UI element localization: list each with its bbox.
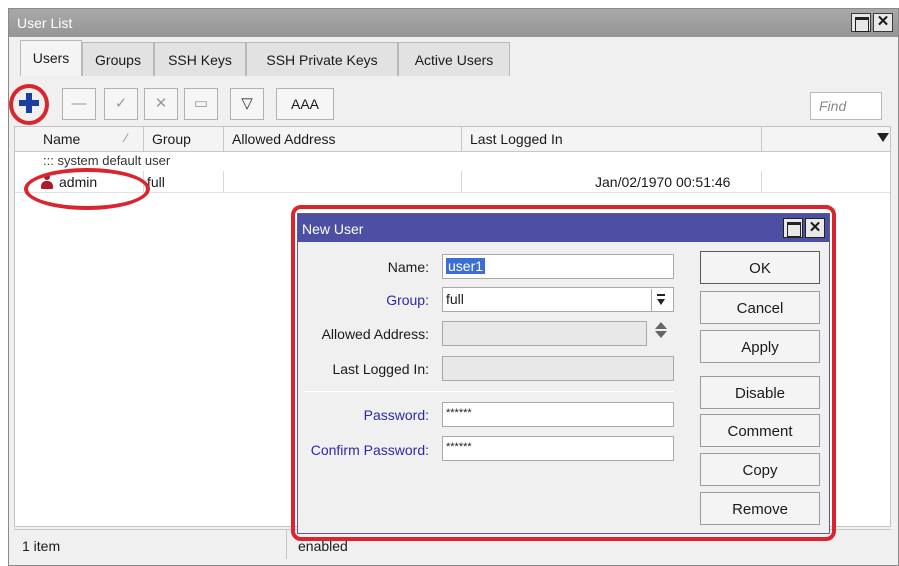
cell-last-logged-in: Jan/02/1970 00:51:46 [595, 174, 731, 190]
tab-users[interactable]: Users [20, 40, 82, 76]
column-group[interactable]: Group [143, 127, 223, 152]
column-blank [761, 127, 891, 152]
filter-button[interactable]: ▽ [230, 88, 264, 120]
disable-button[interactable]: ✕ [144, 88, 178, 120]
status-divider [286, 530, 287, 559]
tab-active-users[interactable]: Active Users [398, 42, 510, 76]
check-icon: ✓ [114, 95, 128, 112]
admin-highlight-oval [24, 168, 150, 210]
filter-icon: ▽ [241, 95, 253, 112]
tab-ssh-private-keys[interactable]: SSH Private Keys [246, 42, 398, 76]
note-icon: ▭ [193, 95, 209, 112]
window-title-bar[interactable]: User List ✕ [9, 9, 898, 37]
window-title: User List [17, 15, 73, 31]
tab-groups[interactable]: Groups [82, 42, 154, 76]
column-menu-icon[interactable] [877, 133, 889, 142]
dialog-highlight-frame [291, 205, 836, 541]
tab-ssh-keys[interactable]: SSH Keys [154, 42, 246, 76]
enable-button[interactable]: ✓ [104, 88, 138, 120]
column-last-logged-in[interactable]: Last Logged In [461, 127, 761, 152]
cell-divider [461, 171, 462, 193]
column-allowed-address[interactable]: Allowed Address [223, 127, 461, 152]
minus-icon: — [71, 95, 87, 112]
remove-button[interactable]: — [62, 88, 96, 120]
maximize-icon[interactable] [851, 13, 871, 32]
cross-icon: ✕ [154, 95, 168, 112]
item-count: 1 item [22, 538, 61, 554]
add-highlight-circle [9, 84, 49, 125]
cell-divider [223, 171, 224, 193]
sort-icon: ⁄ [125, 131, 128, 145]
close-icon[interactable]: ✕ [873, 13, 893, 32]
table-header: Name ⁄ Group Allowed Address Last Logged… [15, 127, 890, 152]
aaa-button[interactable]: AAA [276, 88, 334, 120]
comment-button[interactable]: ▭ [184, 88, 218, 120]
row-comment: ::: system default user [43, 153, 171, 168]
find-input[interactable]: Find [810, 92, 882, 120]
cell-divider [761, 171, 762, 193]
